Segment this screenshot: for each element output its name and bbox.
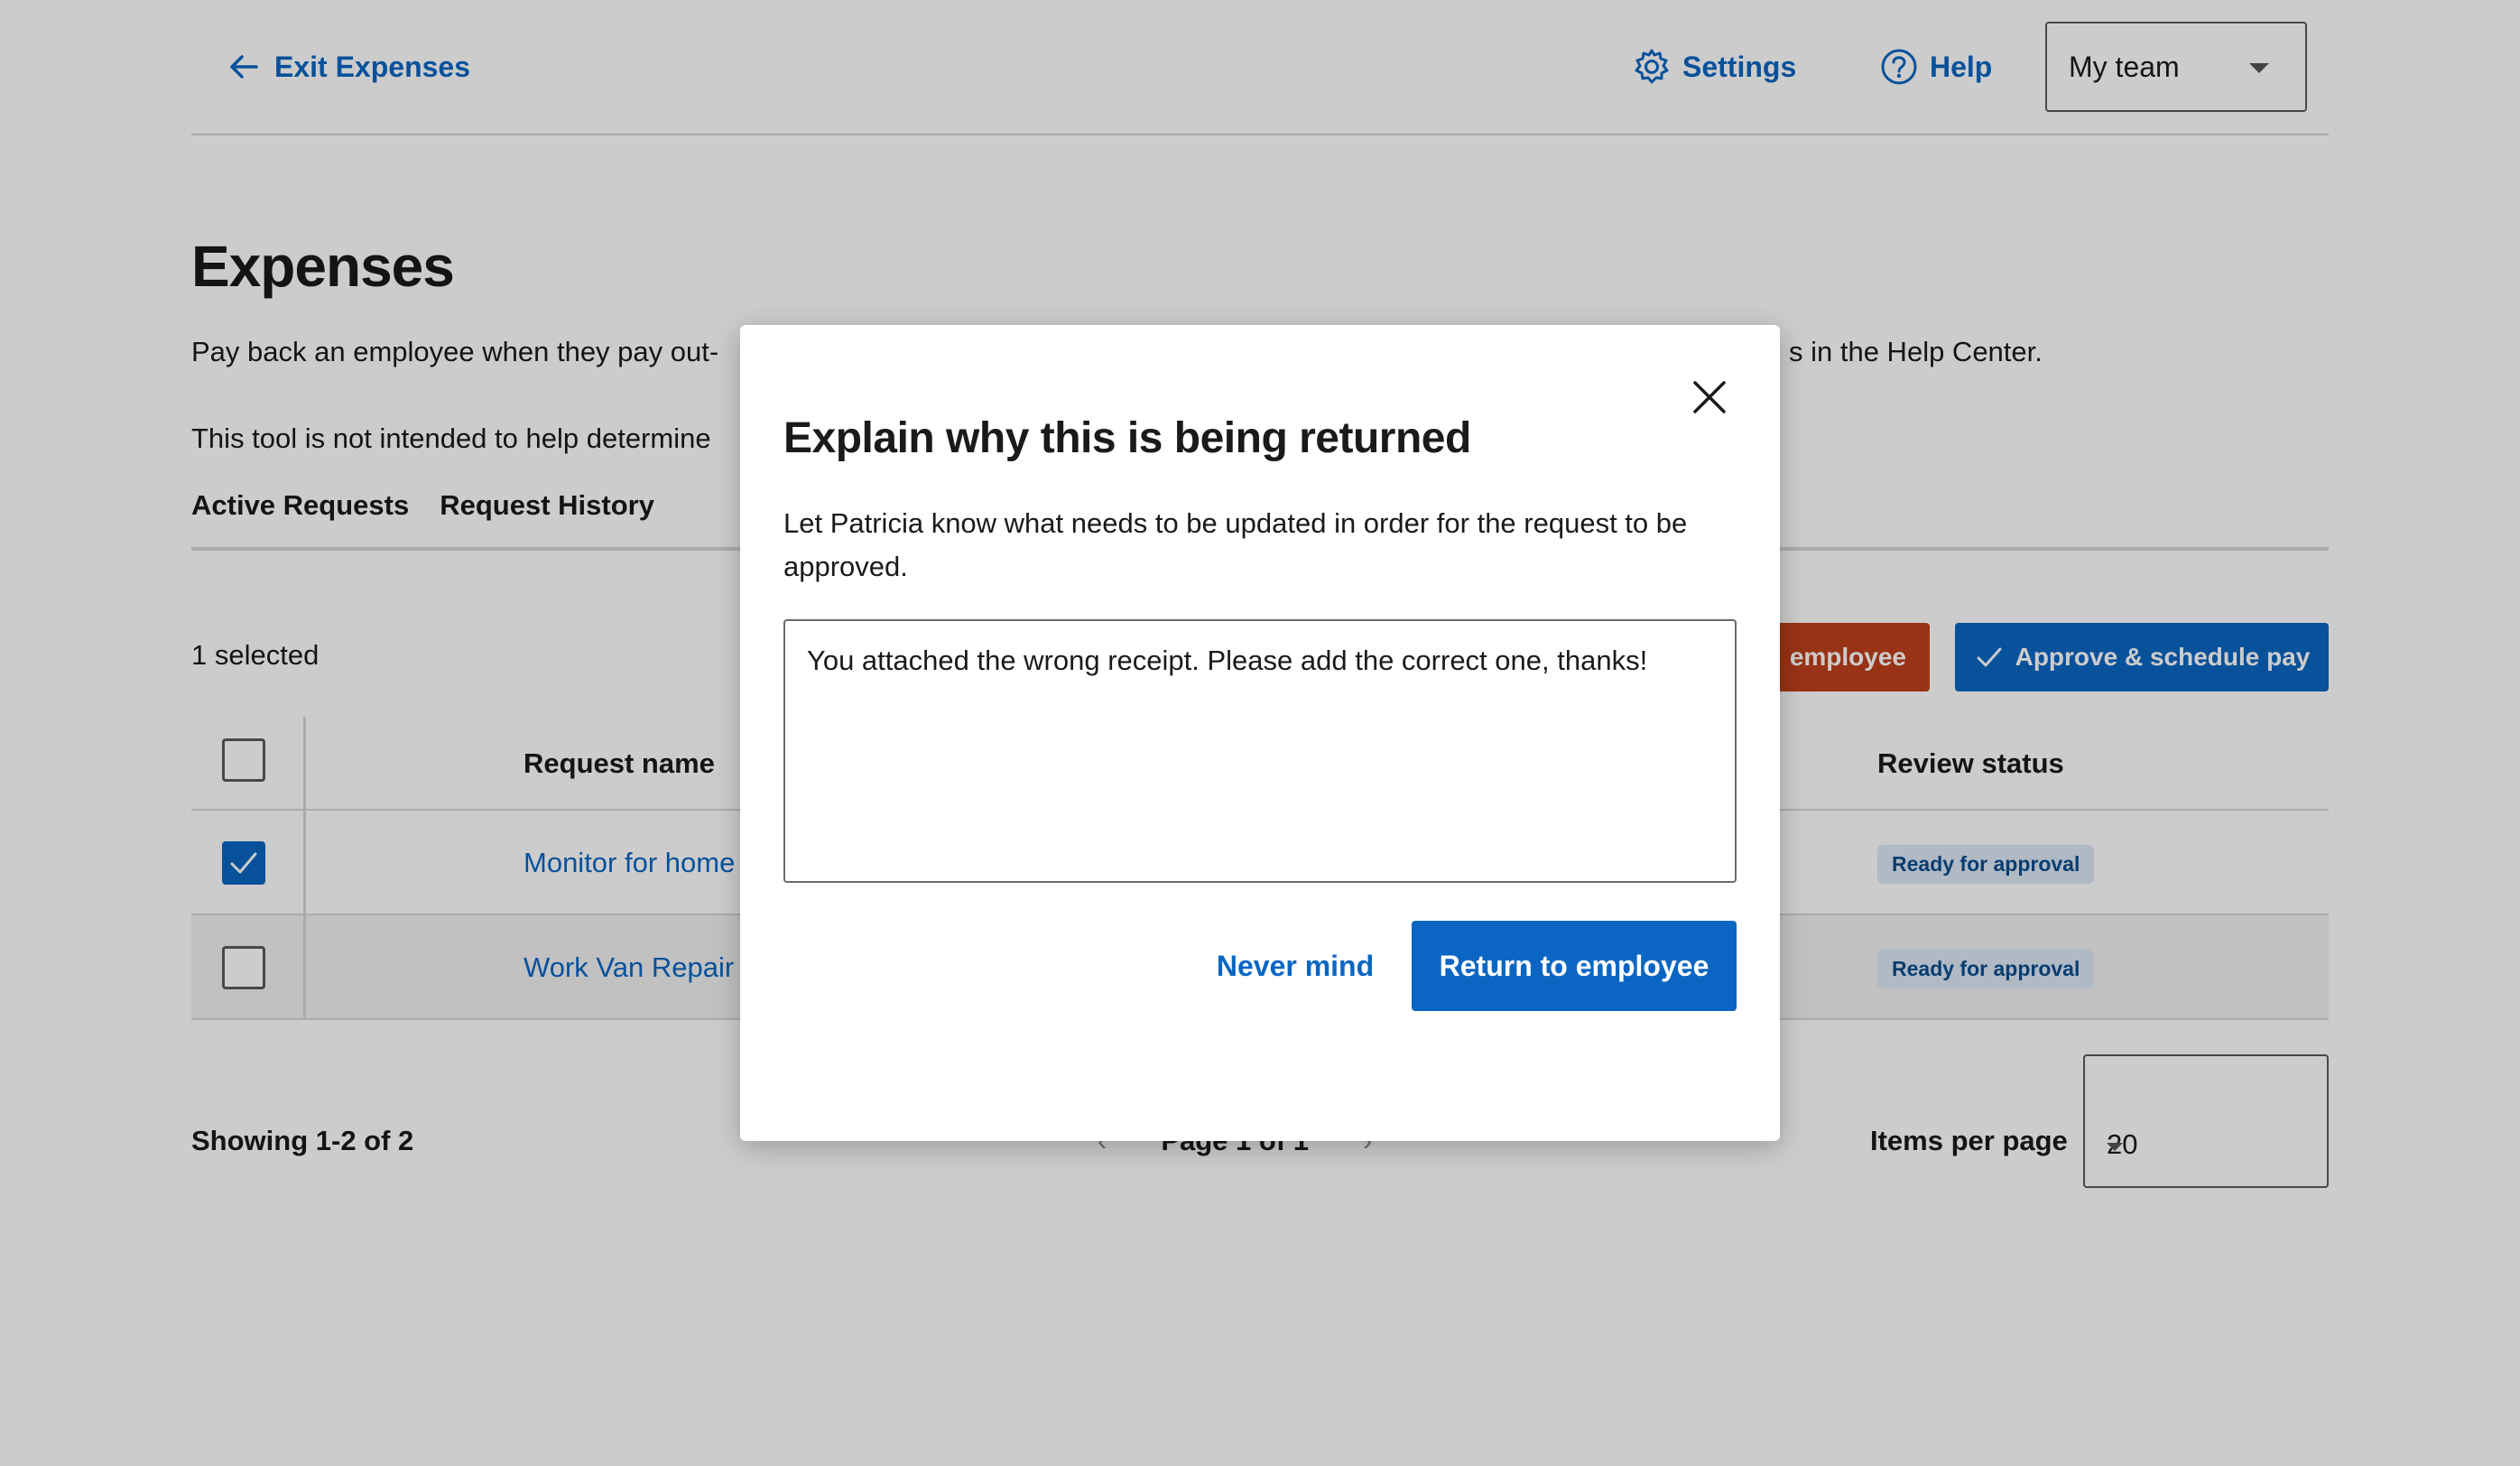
close-icon xyxy=(1693,381,1726,413)
never-mind-button[interactable]: Never mind xyxy=(1182,921,1408,1011)
return-reason-textarea[interactable]: You attached the wrong receipt. Please a… xyxy=(783,619,1737,883)
close-button[interactable] xyxy=(1688,376,1731,419)
return-to-employee-confirm-button[interactable]: Return to employee xyxy=(1412,921,1737,1011)
return-reason-dialog: Explain why this is being returned Let P… xyxy=(740,325,1780,1141)
dialog-body-text: Let Patricia know what needs to be updat… xyxy=(783,507,1688,582)
dialog-title: Explain why this is being returned xyxy=(783,414,1471,462)
